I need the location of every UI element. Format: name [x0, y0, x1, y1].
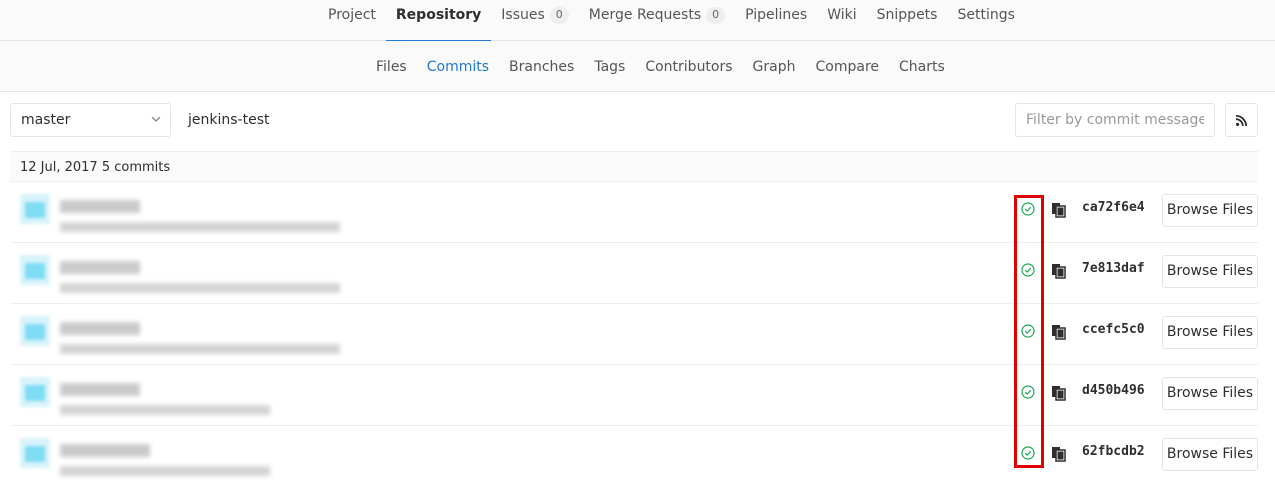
tab-label: Merge Requests — [588, 7, 702, 23]
tab-wiki[interactable]: Wiki — [817, 0, 866, 41]
tab-label: Project — [328, 7, 376, 23]
subtab-commits[interactable]: Commits — [417, 41, 499, 92]
blurred-commit-title — [60, 444, 150, 457]
rss-button[interactable] — [1225, 103, 1258, 137]
status-success-icon[interactable] — [1021, 446, 1035, 460]
subtab-branches[interactable]: Branches — [499, 41, 584, 92]
subtab-tags[interactable]: Tags — [584, 41, 635, 92]
blurred-commit-title — [60, 322, 140, 335]
avatar — [20, 377, 50, 407]
commit-sha[interactable]: 7e813daf — [1082, 261, 1145, 276]
avatar — [20, 438, 50, 468]
status-success-icon[interactable] — [1021, 263, 1035, 277]
subtab-graph[interactable]: Graph — [743, 41, 806, 92]
sub-nav-tabs: Files Commits Branches Tags Contributors… — [366, 41, 955, 92]
status-success-icon[interactable] — [1021, 324, 1035, 338]
blurred-commit-meta — [60, 405, 270, 415]
copy-sha-icon[interactable] — [1051, 385, 1066, 401]
blurred-commit-title — [60, 200, 140, 213]
tab-label: Repository — [395, 7, 482, 23]
avatar — [20, 255, 50, 285]
rss-icon — [1236, 114, 1247, 126]
chevron-down-icon — [151, 116, 161, 122]
repo-path[interactable]: jenkins-test — [188, 112, 269, 128]
commit-sha[interactable]: ca72f6e4 — [1082, 200, 1145, 215]
subtab-compare[interactable]: Compare — [806, 41, 890, 92]
status-success-icon[interactable] — [1021, 385, 1035, 399]
subtab-charts[interactable]: Charts — [889, 41, 955, 92]
blurred-commit-title — [60, 261, 140, 274]
browse-files-button[interactable]: Browse Files — [1162, 377, 1258, 410]
status-success-icon[interactable] — [1021, 202, 1035, 216]
avatar — [20, 316, 50, 346]
commit-row: 62fbcdb2 Browse Files — [10, 426, 1258, 486]
branch-select[interactable]: master — [10, 103, 171, 137]
top-nav-tabs: Project Repository Issues 0 Merge Request… — [318, 0, 1025, 42]
commit-sha[interactable]: d450b496 — [1082, 383, 1145, 398]
copy-sha-icon[interactable] — [1051, 202, 1066, 218]
browse-files-button[interactable]: Browse Files — [1162, 438, 1258, 471]
tab-label: Pipelines — [745, 7, 808, 23]
tab-project[interactable]: Project — [318, 0, 386, 41]
subtab-files[interactable]: Files — [366, 41, 417, 92]
tab-label: Settings — [957, 7, 1015, 23]
commit-row: ccefc5c0 Browse Files — [10, 304, 1258, 365]
tab-repository[interactable]: Repository — [385, 0, 492, 42]
tab-label: Wiki — [827, 7, 857, 23]
copy-sha-icon[interactable] — [1051, 446, 1066, 462]
tab-settings[interactable]: Settings — [947, 0, 1024, 41]
browse-files-button[interactable]: Browse Files — [1162, 194, 1258, 227]
issues-count-badge: 0 — [549, 7, 569, 24]
commit-sha[interactable]: ccefc5c0 — [1082, 322, 1145, 337]
tab-snippets[interactable]: Snippets — [867, 0, 948, 41]
blurred-commit-meta — [60, 344, 340, 354]
blurred-commit-meta — [60, 283, 340, 293]
commit-filter-input[interactable] — [1015, 103, 1215, 137]
subtab-contributors[interactable]: Contributors — [635, 41, 742, 92]
tab-pipelines[interactable]: Pipelines — [735, 0, 817, 41]
tab-issues[interactable]: Issues 0 — [491, 0, 579, 41]
commit-row: ca72f6e4 Browse Files — [10, 182, 1258, 243]
tab-label: Issues — [501, 7, 545, 23]
blurred-commit-title — [60, 383, 140, 396]
copy-sha-icon[interactable] — [1051, 263, 1066, 279]
avatar — [20, 194, 50, 224]
merge-requests-count-badge: 0 — [706, 7, 726, 24]
branch-select-value: master — [21, 112, 71, 128]
blurred-commit-meta — [60, 466, 270, 476]
commit-row: d450b496 Browse Files — [10, 365, 1258, 426]
blurred-commit-meta — [60, 222, 340, 232]
commit-list: ca72f6e4 Browse Files 7e813daf Browse Fi… — [10, 182, 1258, 486]
tab-label: Snippets — [876, 7, 938, 23]
sub-nav: Files Commits Branches Tags Contributors… — [0, 41, 1275, 92]
browse-files-button[interactable]: Browse Files — [1162, 316, 1258, 349]
copy-sha-icon[interactable] — [1051, 324, 1066, 340]
top-nav: Project Repository Issues 0 Merge Request… — [0, 0, 1275, 42]
commit-sha[interactable]: 62fbcdb2 — [1082, 444, 1145, 459]
browse-files-button[interactable]: Browse Files — [1162, 255, 1258, 288]
commit-row: 7e813daf Browse Files — [10, 243, 1258, 304]
tab-merge-requests[interactable]: Merge Requests 0 — [579, 0, 735, 41]
commit-day-header: 12 Jul, 2017 5 commits — [10, 151, 1258, 182]
